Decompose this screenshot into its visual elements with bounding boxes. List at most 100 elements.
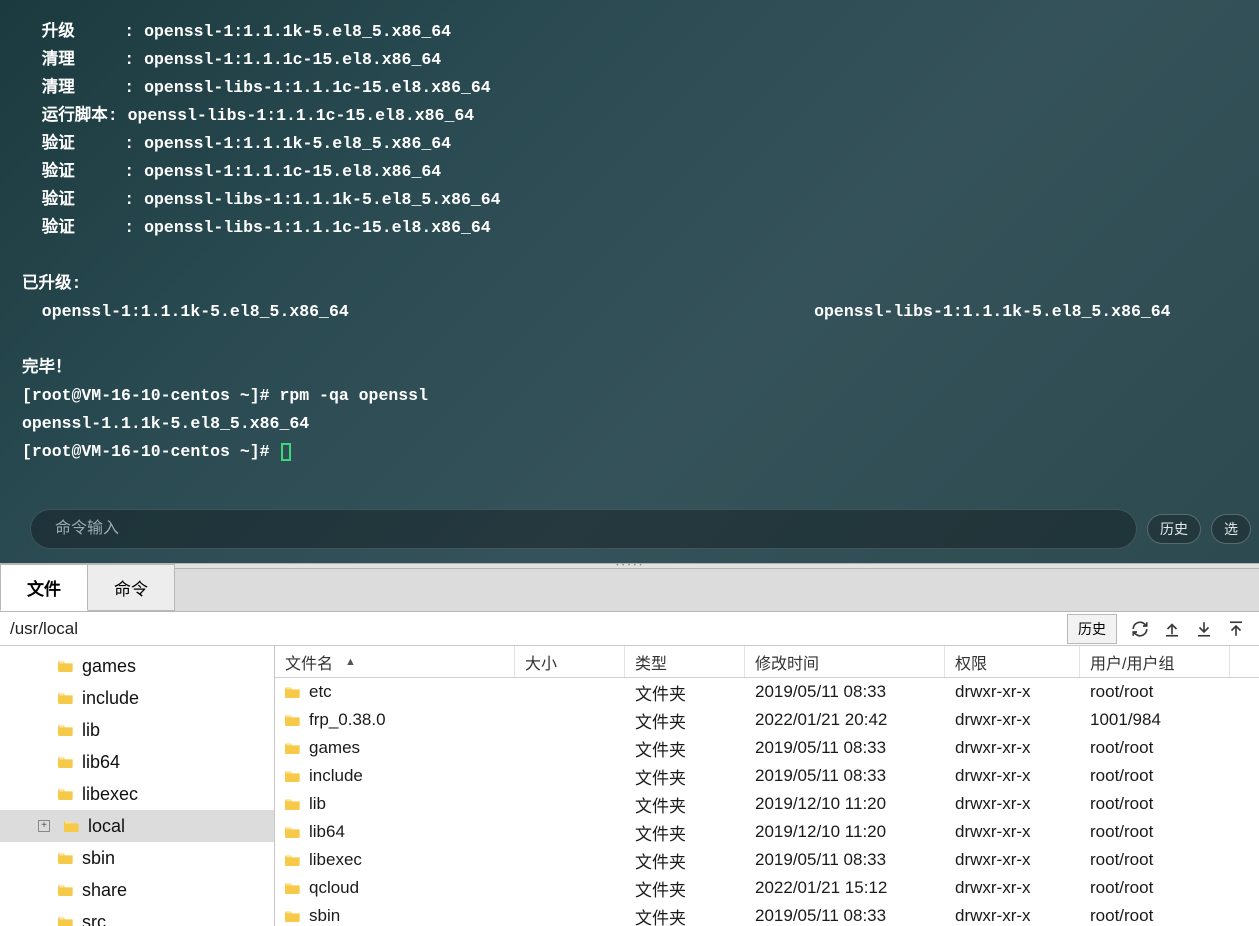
file-row[interactable]: libexec文件夹2019/05/11 08:33drwxr-xr-xroot…	[275, 846, 1259, 874]
folder-icon	[58, 787, 74, 801]
folder-icon	[285, 853, 301, 867]
file-perm: drwxr-xr-x	[945, 906, 1080, 926]
file-owner: 1001/984	[1080, 710, 1230, 730]
file-type: 文件夹	[625, 904, 745, 926]
file-mtime: 2022/01/21 15:12	[745, 878, 945, 898]
file-perm: drwxr-xr-x	[945, 766, 1080, 786]
header-name[interactable]: 文件名▲	[275, 646, 515, 677]
file-row[interactable]: lib文件夹2019/12/10 11:20drwxr-xr-xroot/roo…	[275, 790, 1259, 818]
file-owner: root/root	[1080, 906, 1230, 926]
file-owner: root/root	[1080, 766, 1230, 786]
file-row[interactable]: lib64文件夹2019/12/10 11:20drwxr-xr-xroot/r…	[275, 818, 1259, 846]
divider-grip-icon: • • • • •	[610, 565, 650, 568]
path-input[interactable]	[0, 619, 1067, 639]
file-type: 文件夹	[625, 708, 745, 733]
tree-item-label: games	[82, 656, 136, 677]
tree-item-label: src	[82, 912, 106, 926]
file-owner: root/root	[1080, 822, 1230, 842]
file-manager-pane: games include lib lib64 libexec + local sbin sha…	[0, 646, 1259, 926]
file-name: libexec	[309, 850, 362, 870]
tree-item-label: libexec	[82, 784, 138, 805]
tree-item-label: share	[82, 880, 127, 901]
download-icon[interactable]	[1195, 620, 1213, 638]
tree-item-local[interactable]: + local	[0, 810, 274, 842]
tab-command[interactable]: 命令	[87, 564, 175, 611]
file-name: include	[309, 766, 363, 786]
folder-icon	[58, 723, 74, 737]
file-mtime: 2022/01/21 20:42	[745, 710, 945, 730]
file-row[interactable]: qcloud文件夹2022/01/21 15:12drwxr-xr-xroot/…	[275, 874, 1259, 902]
tree-item-label: sbin	[82, 848, 115, 869]
tree-item-share[interactable]: share	[0, 874, 274, 906]
file-mtime: 2019/12/10 11:20	[745, 794, 945, 814]
file-type: 文件夹	[625, 876, 745, 901]
file-type: 文件夹	[625, 736, 745, 761]
terminal-pane[interactable]: 升级 : openssl-1:1.1.1k-5.el8_5.x86_64 清理 …	[0, 0, 1259, 563]
file-mtime: 2019/05/11 08:33	[745, 906, 945, 926]
file-row[interactable]: sbin 文件夹2019/05/11 08:33drwxr-xr-xroot/ro…	[275, 902, 1259, 926]
tree-item-label: include	[82, 688, 139, 709]
folder-icon	[58, 659, 74, 673]
upload-icon[interactable]	[1227, 620, 1245, 638]
file-row[interactable]: include文件夹2019/05/11 08:33drwxr-xr-xroot…	[275, 762, 1259, 790]
file-owner: root/root	[1080, 794, 1230, 814]
header-owner[interactable]: 用户/用户组	[1080, 646, 1230, 677]
file-owner: root/root	[1080, 682, 1230, 702]
folder-icon	[285, 909, 301, 923]
file-perm: drwxr-xr-x	[945, 850, 1080, 870]
folder-icon	[64, 819, 80, 833]
file-name: qcloud	[309, 878, 359, 898]
file-list[interactable]: 文件名▲ 大小 类型 修改时间 权限 用户/用户组 etc文件夹2019/05/…	[275, 646, 1259, 926]
header-size[interactable]: 大小	[515, 646, 625, 677]
path-bar: 历史	[0, 612, 1259, 646]
file-row[interactable]: games文件夹2019/05/11 08:33drwxr-xr-xroot/r…	[275, 734, 1259, 762]
file-perm: drwxr-xr-x	[945, 710, 1080, 730]
folder-tree[interactable]: games include lib lib64 libexec + local sbin sha…	[0, 646, 275, 926]
file-name: sbin	[309, 906, 340, 926]
file-row[interactable]: frp_0.38.0 文件夹2022/01/21 20:42drwxr-xr-x1…	[275, 706, 1259, 734]
file-perm: drwxr-xr-x	[945, 822, 1080, 842]
tree-item-lib64[interactable]: lib64	[0, 746, 274, 778]
up-icon[interactable]	[1163, 620, 1181, 638]
header-mtime[interactable]: 修改时间	[745, 646, 945, 677]
sort-asc-icon: ▲	[345, 656, 356, 668]
file-perm: drwxr-xr-x	[945, 878, 1080, 898]
file-name: lib	[309, 794, 326, 814]
file-type: 文件夹	[625, 848, 745, 873]
folder-icon	[285, 685, 301, 699]
file-perm: drwxr-xr-x	[945, 682, 1080, 702]
refresh-icon[interactable]	[1131, 620, 1149, 638]
folder-icon	[58, 883, 74, 897]
tree-item-label: lib	[82, 720, 100, 741]
file-mtime: 2019/05/11 08:33	[745, 738, 945, 758]
tree-item-src[interactable]: src	[0, 906, 274, 926]
tree-item-include[interactable]: include	[0, 682, 274, 714]
header-type[interactable]: 类型	[625, 646, 745, 677]
path-history-button[interactable]: 历史	[1067, 614, 1117, 644]
options-button[interactable]: 选	[1211, 514, 1251, 544]
path-toolbar: 历史	[1067, 614, 1259, 644]
file-list-header: 文件名▲ 大小 类型 修改时间 权限 用户/用户组	[275, 646, 1259, 678]
file-row[interactable]: etc文件夹2019/05/11 08:33drwxr-xr-xroot/roo…	[275, 678, 1259, 706]
command-input[interactable]	[30, 509, 1137, 549]
file-perm: drwxr-xr-x	[945, 738, 1080, 758]
file-perm: drwxr-xr-x	[945, 794, 1080, 814]
tree-item-libexec[interactable]: libexec	[0, 778, 274, 810]
folder-icon	[285, 713, 301, 727]
file-name: etc	[309, 682, 332, 702]
file-mtime: 2019/05/11 08:33	[745, 850, 945, 870]
tree-item-label: local	[88, 816, 125, 837]
terminal-cursor	[281, 443, 291, 461]
tree-item-sbin[interactable]: sbin	[0, 842, 274, 874]
tree-item-lib[interactable]: lib	[0, 714, 274, 746]
bottom-tabs: 文件 命令	[0, 569, 1259, 612]
history-button[interactable]: 历史	[1147, 514, 1201, 544]
file-mtime: 2019/12/10 11:20	[745, 822, 945, 842]
expand-icon[interactable]: +	[38, 820, 50, 832]
tab-file[interactable]: 文件	[0, 564, 88, 611]
folder-icon	[58, 691, 74, 705]
file-name: frp_0.38.0	[309, 710, 386, 730]
header-perm[interactable]: 权限	[945, 646, 1080, 677]
folder-icon	[285, 825, 301, 839]
tree-item-games[interactable]: games	[0, 650, 274, 682]
